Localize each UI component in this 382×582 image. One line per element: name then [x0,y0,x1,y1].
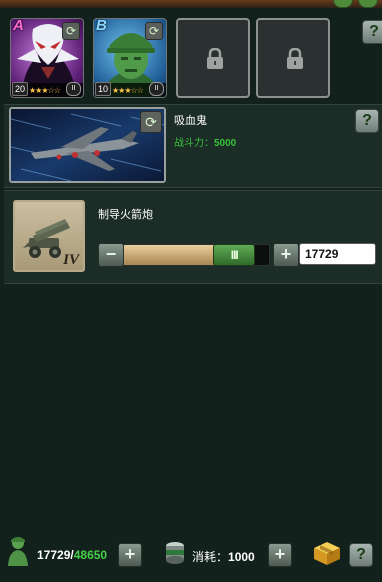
hero-slot-letter: B [96,18,107,34]
locked-hero-slot[interactable] [176,18,250,98]
quantity-slider[interactable]: III [123,244,270,266]
hero-stars: ★★★☆☆ [112,86,144,95]
hero-rank-badge: II [149,82,164,96]
combat-power-label: 战斗力： [174,138,214,149]
hero-level: 20 [12,82,29,96]
soldier-icon [8,537,28,566]
fuel-can-icon [166,542,184,564]
hero-slot-letter: A [13,18,24,34]
weapon-card[interactable]: ⟳ [9,107,166,183]
item-icon[interactable]: IV [13,200,85,272]
add-fuel-button[interactable]: + [268,543,292,567]
supply-count: 17729/48650 [37,548,107,562]
add-supply-button[interactable]: + [118,543,142,567]
hero-card-b[interactable]: B ⟳ 10 ★★★☆☆ II [93,18,167,98]
weapon-help-button[interactable]: ? [355,109,379,133]
decrease-quantity-button[interactable]: − [98,243,124,267]
cost: 消耗：1000 [192,548,255,565]
hero-card-a[interactable]: A ⟳ 20 ★★★☆☆ II [10,18,84,98]
footer-help-button[interactable]: ? [349,543,373,567]
combat-power: 战斗力：5000 [174,134,236,149]
combat-power-value: 5000 [214,138,237,149]
lock-icon [207,48,223,69]
supply-current: 17729 [37,548,71,562]
swap-weapon-icon[interactable]: ⟳ [140,111,162,133]
weapon-name: 吸血鬼 [174,115,207,127]
item-name: 制导火箭炮 [98,209,153,221]
locked-hero-slot[interactable] [256,18,330,98]
supply-max: 48650 [73,548,108,562]
hero-stars: ★★★☆☆ [29,86,61,95]
hero-level: 10 [95,82,112,96]
help-button[interactable]: ? [362,20,382,44]
item-tier: IV [63,252,79,268]
cost-value: 1000 [228,550,255,564]
top-frame-strip [0,0,382,8]
slider-handle[interactable]: III [213,244,256,266]
increase-quantity-button[interactable]: + [273,243,299,267]
quantity-input[interactable]: 17729 [299,243,376,265]
swap-hero-icon[interactable]: ⟳ [62,22,80,40]
lock-icon [287,48,303,69]
supply-crate-icon[interactable] [312,538,342,566]
swap-hero-icon[interactable]: ⟳ [145,22,163,40]
cost-label: 消耗： [192,550,229,564]
hero-rank-badge: II [66,82,81,96]
